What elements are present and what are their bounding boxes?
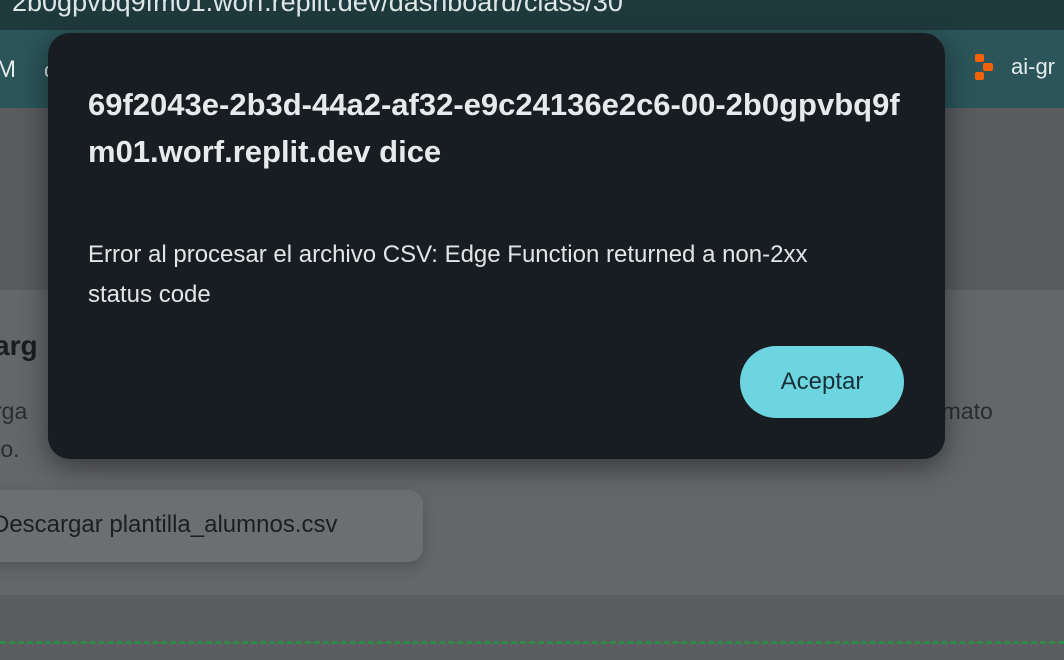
alert-dialog: 69f2043e-2b3d-44a2-af32-e9c24136e2c6-00-… — [48, 33, 945, 459]
dashed-divider — [0, 641, 1064, 644]
download-button-label: Descargar plantilla_alumnos.csv — [0, 511, 338, 538]
dialog-message: Error al procesar el archivo CSV: Edge F… — [88, 241, 808, 308]
card-title: arg — [0, 330, 38, 361]
dialog-title: 69f2043e-2b3d-44a2-af32-e9c24136e2c6-00-… — [88, 87, 900, 169]
bookmark-item-ai[interactable]: ai-gr — [975, 54, 1055, 80]
accept-button[interactable]: Aceptar — [740, 346, 904, 418]
address-bar[interactable]: 2b0gpvbq9fm01.worf.replit.dev/dashboard/… — [0, 0, 1064, 30]
url-text[interactable]: 2b0gpvbq9fm01.worf.replit.dev/dashboard/… — [12, 0, 623, 18]
page-footer-area — [0, 595, 1064, 660]
replit-icon — [975, 54, 999, 80]
bookmark-item[interactable]: M — [0, 56, 16, 84]
download-template-button[interactable]: Descargar plantilla_alumnos.csv — [0, 490, 423, 562]
bookmark-label: ai-gr — [1011, 54, 1056, 79]
